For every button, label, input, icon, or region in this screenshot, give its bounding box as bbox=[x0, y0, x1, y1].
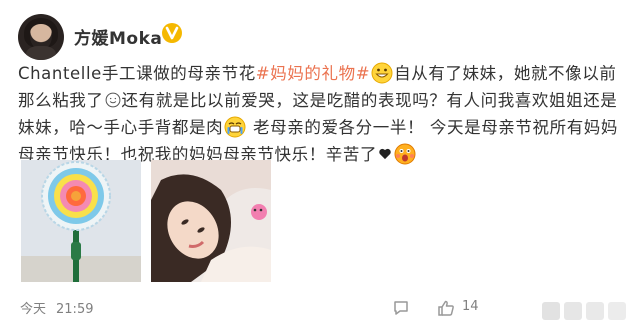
selfie-photo[interactable] bbox=[151, 160, 271, 282]
post-text-segment-1: Chantelle手工课做的母亲节花 bbox=[18, 64, 256, 83]
selfie-image bbox=[151, 160, 271, 282]
avatar-hair bbox=[24, 18, 58, 48]
smile-emoji bbox=[105, 92, 120, 108]
post-text: Chantelle手工课做的母亲节花#妈妈的礼物# 自从有了妹妹，她就不像以前那… bbox=[18, 60, 630, 168]
verified-v-icon bbox=[162, 23, 182, 43]
post-time: 21:59 bbox=[56, 302, 94, 317]
timestamp: 今天 21:59 bbox=[20, 298, 93, 317]
post-date: 今天 bbox=[20, 302, 47, 317]
paper-flower-image bbox=[21, 160, 141, 282]
username[interactable]: 方媛Moka bbox=[74, 24, 162, 49]
post-footer: 今天 21:59 14 bbox=[0, 290, 640, 334]
paper-flower-photo[interactable] bbox=[21, 160, 141, 282]
hashtag-link[interactable]: #妈妈的礼物# bbox=[256, 64, 370, 83]
heart-icon bbox=[379, 148, 391, 160]
grin-emoji bbox=[371, 62, 393, 84]
avatar-body bbox=[26, 46, 56, 60]
like-icon[interactable] bbox=[437, 299, 455, 317]
teary-emoji bbox=[224, 116, 246, 138]
like-count: 14 bbox=[462, 299, 479, 314]
avatar[interactable] bbox=[18, 14, 64, 60]
watermark-logo bbox=[542, 302, 626, 320]
comment-icon[interactable] bbox=[392, 299, 410, 317]
surprised-emoji bbox=[394, 143, 416, 165]
